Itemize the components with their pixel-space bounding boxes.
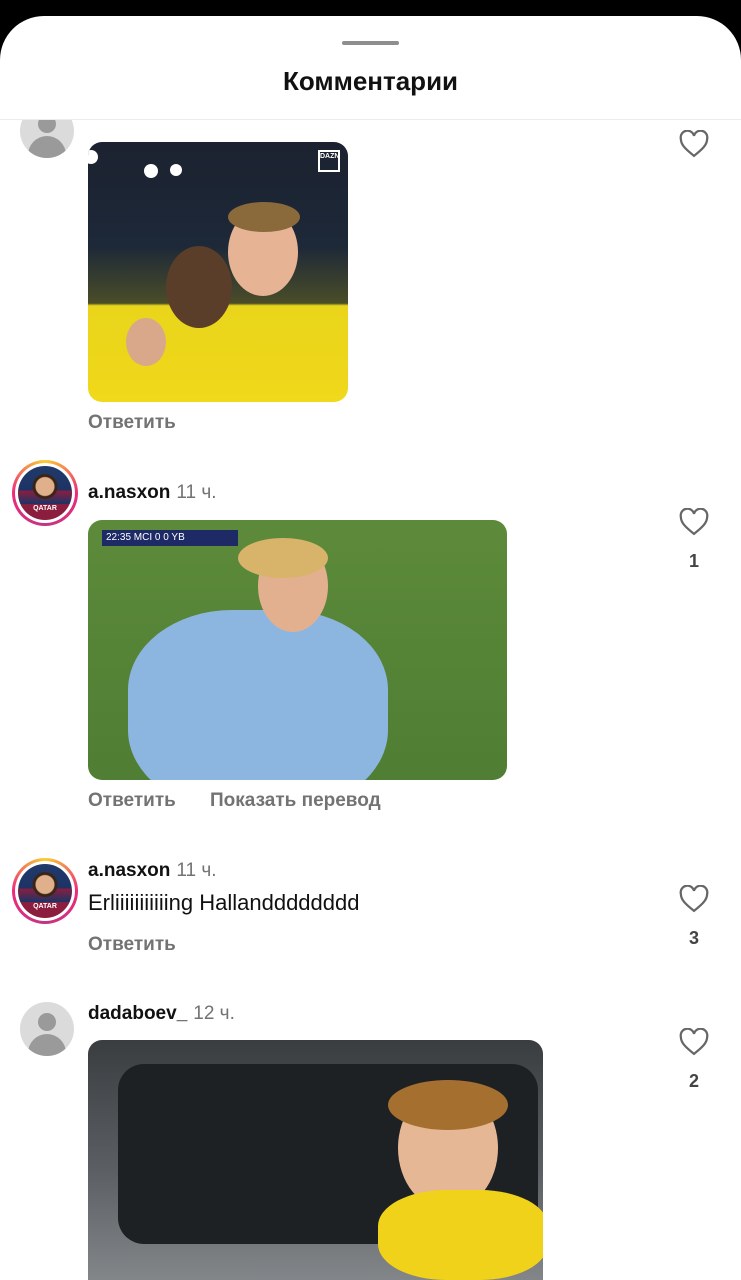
comment-time: 11 ч.: [176, 482, 217, 503]
username-link[interactable]: a.nasxon: [88, 482, 170, 503]
gif-player-hair: [238, 538, 328, 578]
avatar-photo: QATAR: [18, 466, 72, 520]
gif-person-shirt: [378, 1190, 543, 1280]
avatar-head-shape: [38, 120, 56, 133]
gif-scoreboard: 22:35 MCI 0 0 YB: [102, 530, 238, 546]
reply-button[interactable]: Ответить: [88, 934, 176, 956]
comment-text: Erliiiiiiiiiiing Hallandddddddd: [88, 890, 360, 915]
comment-gif[interactable]: [88, 1040, 543, 1280]
heart-icon[interactable]: [679, 1028, 709, 1056]
comment-time: 12 ч.: [193, 1003, 235, 1024]
comment-header: dadaboev_ 12 ч.: [88, 1003, 235, 1025]
like-count: 2: [688, 1071, 699, 1091]
gif-head-back: [166, 246, 232, 328]
comments-list[interactable]: DAZN Ответить QATAR a.nasxon 11 ч. 22:35 …: [0, 120, 741, 1280]
gif-stadium-light: [170, 164, 182, 176]
comment-gif[interactable]: 22:35 MCI 0 0 YB: [88, 520, 507, 780]
comment-header: a.nasxon 11 ч.: [88, 482, 217, 504]
username-link[interactable]: dadaboev_: [88, 1003, 187, 1024]
avatar-badge-text: QATAR: [33, 505, 57, 512]
comment-time: 11 ч.: [176, 860, 217, 881]
reply-button[interactable]: Ответить: [88, 412, 176, 434]
comment-header: a.nasxon 11 ч.: [88, 860, 217, 882]
like-count: 1: [688, 551, 699, 571]
heart-icon[interactable]: [679, 508, 709, 536]
story-avatar[interactable]: QATAR: [12, 858, 78, 924]
like-count: 3: [688, 928, 699, 948]
heart-icon[interactable]: [679, 130, 709, 158]
heart-icon[interactable]: [679, 885, 709, 913]
avatar-head-shape: [38, 1013, 56, 1031]
reply-button[interactable]: Ответить: [88, 790, 176, 812]
gif-person-hair: [388, 1080, 508, 1130]
gif-hair: [228, 202, 300, 232]
drag-handle[interactable]: [342, 41, 399, 45]
show-translation-button[interactable]: Показать перевод: [210, 790, 381, 812]
default-avatar[interactable]: [20, 120, 74, 158]
avatar-body-shape: [28, 136, 66, 158]
gif-player-shirt: [128, 610, 388, 780]
avatar-body-shape: [28, 1034, 66, 1056]
gif-stadium-light: [144, 164, 158, 178]
gif-face-small: [126, 318, 166, 366]
username-link[interactable]: a.nasxon: [88, 860, 170, 881]
comments-sheet: Комментарии DAZN Ответить QATAR a.nasxon…: [0, 16, 741, 1280]
sheet-title: Комментарии: [282, 66, 459, 96]
avatar-photo: QATAR: [18, 864, 72, 918]
gif-stadium-light: [88, 150, 98, 164]
dazn-watermark: DAZN: [318, 150, 340, 172]
avatar-badge-text: QATAR: [33, 903, 57, 910]
comment-gif[interactable]: DAZN: [88, 142, 348, 402]
default-avatar[interactable]: [20, 1002, 74, 1056]
story-avatar[interactable]: QATAR: [12, 460, 78, 526]
